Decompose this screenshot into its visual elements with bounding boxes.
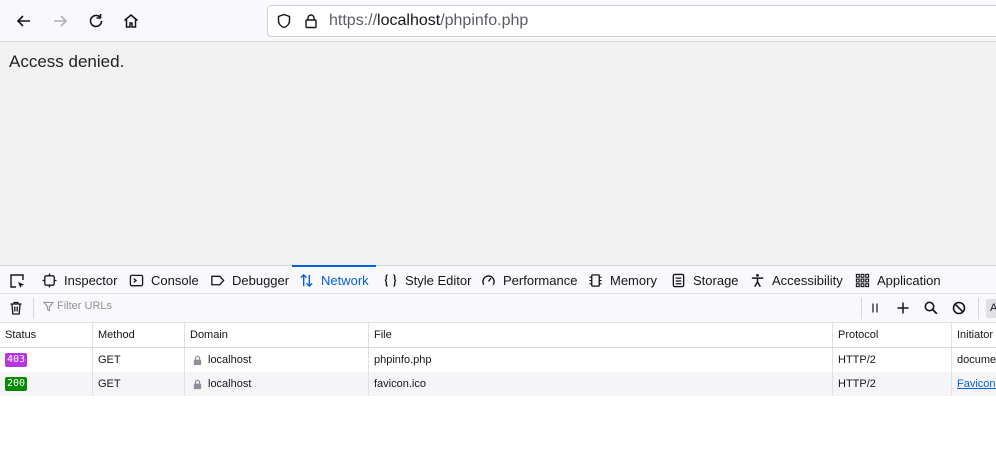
tab-console[interactable]: Console xyxy=(129,266,199,294)
tab-console-label: Console xyxy=(151,272,199,288)
method-cell: GET xyxy=(93,372,185,396)
devtools-tab-bar: Inspector Console Debugger Network Style… xyxy=(0,265,996,294)
filter-placeholder: Filter URLs xyxy=(57,300,113,312)
tab-application[interactable]: Application xyxy=(855,266,941,294)
tab-debugger[interactable]: Debugger xyxy=(210,266,289,294)
trash-icon[interactable] xyxy=(8,300,24,316)
accessibility-icon xyxy=(751,273,764,287)
home-icon xyxy=(124,14,138,28)
column-header-initiator[interactable]: Initiator xyxy=(952,323,996,347)
initiator-link[interactable]: FaviconL xyxy=(957,378,996,390)
reload-button[interactable] xyxy=(83,8,109,34)
initiator-cell: FaviconL xyxy=(952,372,996,396)
column-header-status[interactable]: Status xyxy=(0,323,93,347)
status-cell: 403 xyxy=(0,348,93,372)
network-toolbar: Filter URLs A xyxy=(0,294,996,323)
tab-debugger-label: Debugger xyxy=(232,272,290,288)
tab-accessibility-label: Accessibility xyxy=(772,272,843,288)
back-button[interactable] xyxy=(11,8,37,34)
toolbar-a-button[interactable]: A xyxy=(986,299,996,318)
grid-icon xyxy=(855,273,870,287)
network-icon xyxy=(300,273,313,287)
table-header: Status Method Domain File Protocol Initi… xyxy=(0,323,996,348)
element-picker-icon[interactable] xyxy=(8,272,26,290)
pause-icon[interactable] xyxy=(867,300,883,316)
inspector-icon xyxy=(42,272,57,288)
reload-icon xyxy=(89,14,103,28)
status-cell: 200 xyxy=(0,372,93,396)
domain-text: localhost xyxy=(208,378,252,390)
column-header-method[interactable]: Method xyxy=(93,323,185,347)
page-message: Access denied. xyxy=(9,52,125,71)
gauge-icon xyxy=(482,274,495,285)
storage-icon xyxy=(672,273,685,287)
plus-icon[interactable] xyxy=(895,300,911,316)
table-row[interactable]: 200 GET localhost favicon.ico HTTP/2 Fav… xyxy=(0,372,996,396)
forward-arrow-icon xyxy=(54,15,68,27)
tab-application-label: Application xyxy=(877,272,941,288)
domain-text: localhost xyxy=(208,354,252,366)
column-header-file[interactable]: File xyxy=(369,323,833,347)
toolbar-separator xyxy=(978,298,979,319)
column-header-domain[interactable]: Domain xyxy=(185,323,369,347)
tab-memory[interactable]: Memory xyxy=(588,266,657,294)
table-row[interactable]: 403 GET localhost phpinfo.php HTTP/2 doc… xyxy=(0,348,996,372)
column-header-protocol[interactable]: Protocol xyxy=(833,323,952,347)
lock-icon xyxy=(193,355,202,365)
method-cell: GET xyxy=(93,348,185,372)
protocol-cell: HTTP/2 xyxy=(833,348,952,372)
filter-icon xyxy=(43,301,54,311)
home-button[interactable] xyxy=(118,8,144,34)
url-host: localhost xyxy=(377,12,441,29)
tab-memory-label: Memory xyxy=(610,272,657,288)
tab-performance-label: Performance xyxy=(503,272,578,288)
back-arrow-icon xyxy=(16,15,30,27)
block-icon[interactable] xyxy=(951,300,967,316)
url-path: /phpinfo.php xyxy=(440,12,529,29)
tab-style-editor-label: Style Editor xyxy=(405,272,472,288)
status-badge: 403 xyxy=(5,353,28,367)
protocol-cell: HTTP/2 xyxy=(833,372,952,396)
tab-storage-label: Storage xyxy=(693,272,739,288)
domain-cell: localhost xyxy=(185,372,369,396)
file-cell: favicon.ico xyxy=(369,372,833,396)
lock-icon xyxy=(193,379,202,389)
tab-inspector[interactable]: Inspector xyxy=(42,266,117,294)
shield-icon[interactable] xyxy=(276,13,292,29)
page-content: Access denied. xyxy=(0,42,996,265)
domain-cell: localhost xyxy=(185,348,369,372)
search-icon[interactable] xyxy=(923,300,939,316)
console-icon xyxy=(129,274,144,286)
toolbar-separator xyxy=(33,298,34,319)
file-cell: phpinfo.php xyxy=(369,348,833,372)
url-bar[interactable]: https://localhost/phpinfo.php xyxy=(267,5,996,37)
status-badge: 200 xyxy=(5,377,28,391)
tab-storage[interactable]: Storage xyxy=(671,266,739,294)
toolbar-separator xyxy=(861,298,862,319)
tab-inspector-label: Inspector xyxy=(64,272,118,288)
braces-icon xyxy=(384,273,397,287)
browser-toolbar: https://localhost/phpinfo.php xyxy=(0,0,996,42)
url-scheme: https:// xyxy=(329,12,378,29)
tab-network[interactable]: Network xyxy=(292,265,376,294)
tab-performance[interactable]: Performance xyxy=(481,266,577,294)
filter-urls-input[interactable]: Filter URLs xyxy=(43,300,112,312)
tab-network-label: Network xyxy=(321,272,369,288)
lock-icon[interactable] xyxy=(303,13,319,29)
memory-icon xyxy=(589,273,602,287)
forward-button[interactable] xyxy=(47,8,73,34)
url-text[interactable]: https://localhost/phpinfo.php xyxy=(329,12,528,30)
debugger-icon xyxy=(211,275,225,285)
tab-accessibility[interactable]: Accessibility xyxy=(750,266,843,294)
tab-style-editor[interactable]: Style Editor xyxy=(383,266,471,294)
initiator-cell: docume xyxy=(957,354,996,366)
